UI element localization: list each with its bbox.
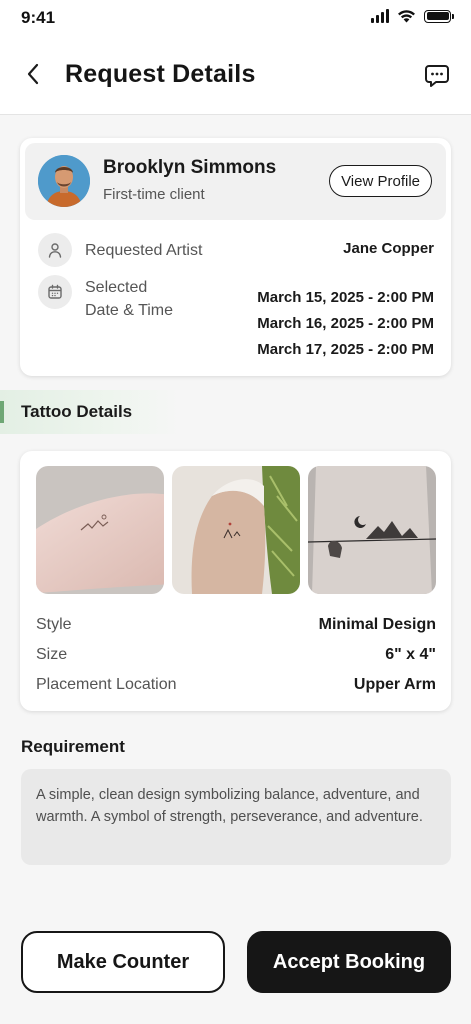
tattoo-reference-image[interactable] — [172, 466, 300, 594]
client-summary: Brooklyn Simmons First-time client View … — [25, 143, 446, 220]
artist-icon-circle — [38, 233, 72, 267]
status-bar: 9:41 — [0, 0, 471, 36]
avatar[interactable] — [38, 155, 90, 207]
style-label: Style — [36, 616, 72, 633]
datetime-option-2: March 16, 2025 - 2:00 PM — [257, 315, 434, 332]
datetime-label-line2: Date & Time — [85, 302, 174, 319]
chat-button[interactable] — [421, 60, 453, 92]
placement-value: Upper Arm — [353, 676, 436, 693]
datetime-label-line1: Selected — [85, 279, 148, 296]
datetime-option-1: March 15, 2025 - 2:00 PM — [257, 289, 434, 306]
requirement-title: Requirement — [21, 737, 125, 756]
requirement-text: A simple, clean design symbolizing balan… — [21, 769, 451, 865]
wifi-icon — [398, 10, 415, 23]
calendar-icon — [48, 284, 62, 299]
page-title: Request Details — [65, 60, 256, 88]
battery-icon — [424, 9, 454, 23]
user-icon — [48, 243, 62, 258]
chevron-left-icon — [27, 63, 39, 85]
section-accent-bar — [0, 401, 4, 423]
style-value: Minimal Design — [318, 616, 436, 633]
tattoo-details-heading: Tattoo Details — [0, 390, 180, 434]
client-status: First-time client — [103, 186, 205, 203]
datetime-label: Selected Date & Time — [85, 276, 173, 322]
view-profile-button[interactable]: View Profile — [329, 165, 432, 197]
make-counter-button[interactable]: Make Counter — [21, 931, 225, 993]
size-value: 6" x 4" — [385, 646, 436, 663]
status-time: 9:41 — [21, 8, 56, 27]
requested-artist-value: Jane Copper — [343, 240, 434, 257]
cellular-signal-icon — [371, 9, 389, 23]
tattoo-reference-image[interactable] — [308, 466, 436, 594]
accept-booking-button[interactable]: Accept Booking — [247, 931, 451, 993]
client-name: Brooklyn Simmons — [103, 157, 277, 178]
placement-label: Placement Location — [36, 676, 177, 693]
requested-artist-label: Requested Artist — [85, 242, 203, 259]
calendar-icon-circle — [38, 275, 72, 309]
size-label: Size — [36, 646, 68, 663]
header: Request Details — [0, 36, 471, 115]
status-icons — [371, 9, 454, 23]
section-title: Tattoo Details — [21, 402, 133, 421]
tattoo-reference-image[interactable] — [36, 466, 164, 594]
chat-bubble-icon — [425, 65, 449, 87]
back-button[interactable] — [18, 58, 50, 90]
client-request-card: Brooklyn Simmons First-time client View … — [20, 138, 451, 376]
datetime-option-3: March 17, 2025 - 2:00 PM — [257, 341, 434, 358]
tattoo-details-card: Style Minimal Design Size 6" x 4" Placem… — [20, 451, 451, 711]
